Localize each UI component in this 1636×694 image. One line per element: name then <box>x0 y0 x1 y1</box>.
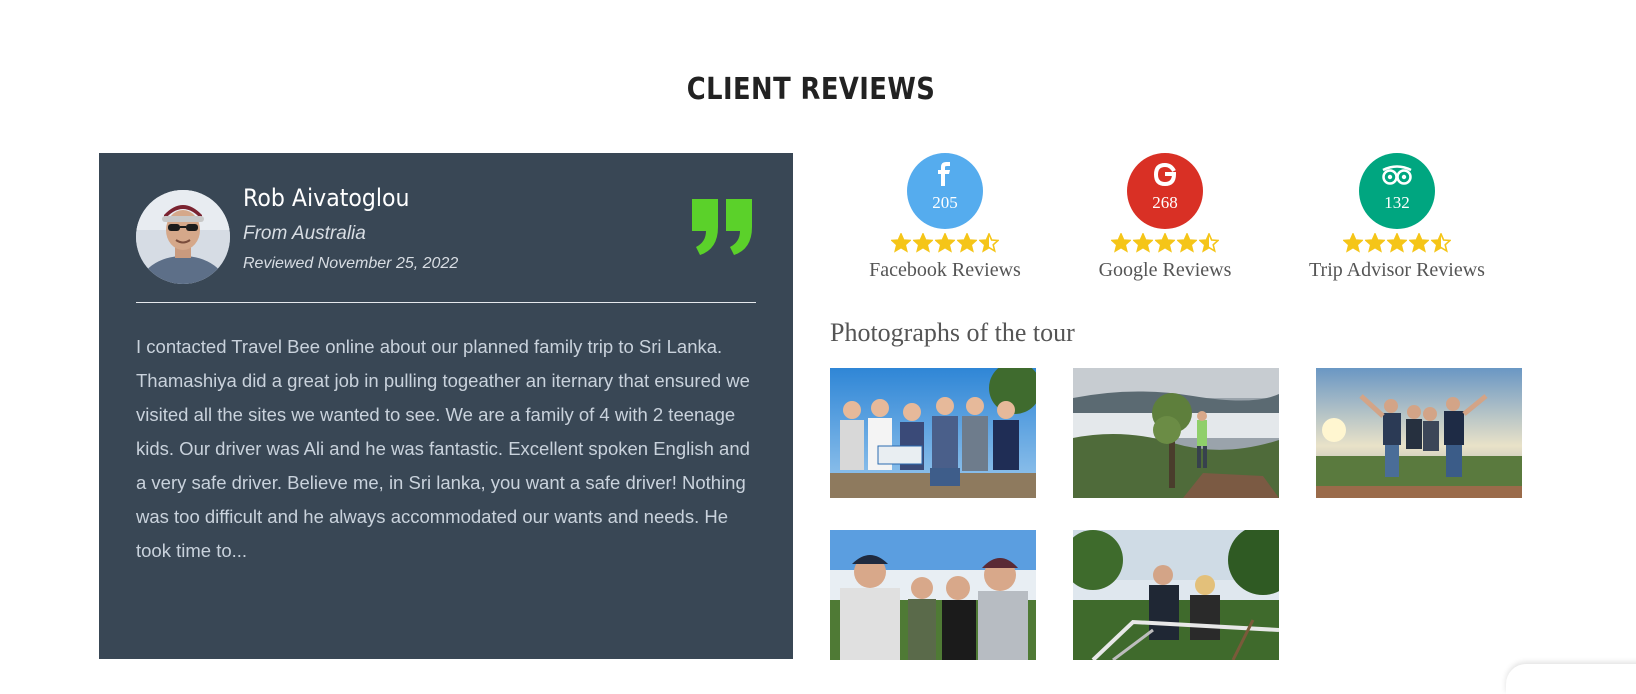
reviewer-name: Rob Aivatoglou <box>243 184 410 212</box>
tripadvisor-star-rating <box>1267 233 1527 257</box>
star-icon <box>1431 233 1451 253</box>
reviewer-origin: From Australia <box>243 223 366 244</box>
review-date: Reviewed November 25, 2022 <box>243 255 459 272</box>
star-icon <box>891 233 911 253</box>
facebook-review-count: 205 <box>932 193 958 212</box>
star-icon <box>1387 233 1407 253</box>
section-title: CLIENT REVIEWS <box>686 72 936 107</box>
star-icon <box>957 233 977 253</box>
star-icon <box>1199 233 1219 253</box>
tripadvisor-reviews-label: Trip Advisor Reviews <box>1309 259 1485 281</box>
rating-tripadvisor[interactable]: 132 Trip Advisor Reviews <box>1267 153 1527 282</box>
floating-widget-edge[interactable] <box>1506 664 1636 694</box>
photo-couple-viewpoint[interactable] <box>1073 530 1279 660</box>
star-icon <box>1177 233 1197 253</box>
photo-family-group-flag[interactable] <box>830 368 1036 498</box>
photo-group-sunset-hilltop[interactable] <box>1316 368 1522 498</box>
tripadvisor-review-count: 132 <box>1384 193 1410 212</box>
star-icon <box>1133 233 1153 253</box>
star-icon <box>1111 233 1131 253</box>
facebook-icon <box>938 162 950 186</box>
star-icon <box>913 233 933 253</box>
star-icon <box>979 233 999 253</box>
facebook-badge[interactable]: 205 <box>907 153 983 229</box>
quote-icon <box>692 199 752 255</box>
tripadvisor-icon <box>1382 165 1412 185</box>
star-icon <box>935 233 955 253</box>
reviewer-avatar <box>136 190 230 284</box>
card-divider <box>136 302 756 303</box>
google-star-rating <box>1035 233 1295 257</box>
google-review-count: 268 <box>1152 193 1178 212</box>
star-icon <box>1155 233 1175 253</box>
photo-hiker-misty-valley[interactable] <box>1073 368 1279 498</box>
star-icon <box>1343 233 1363 253</box>
review-text: I contacted Travel Bee online about our … <box>136 336 750 561</box>
photos-heading: Photographs of the tour <box>830 318 1075 347</box>
photo-family-selfie[interactable] <box>830 530 1036 660</box>
star-icon <box>1409 233 1429 253</box>
google-icon <box>1153 162 1177 187</box>
google-badge[interactable]: 268 <box>1127 153 1203 229</box>
star-icon <box>1365 233 1385 253</box>
review-card: Rob Aivatoglou From Australia Reviewed N… <box>99 153 793 659</box>
tripadvisor-badge[interactable]: 132 <box>1359 153 1435 229</box>
google-reviews-label: Google Reviews <box>1098 259 1232 281</box>
rating-google[interactable]: 268 Google Reviews <box>1035 153 1295 282</box>
